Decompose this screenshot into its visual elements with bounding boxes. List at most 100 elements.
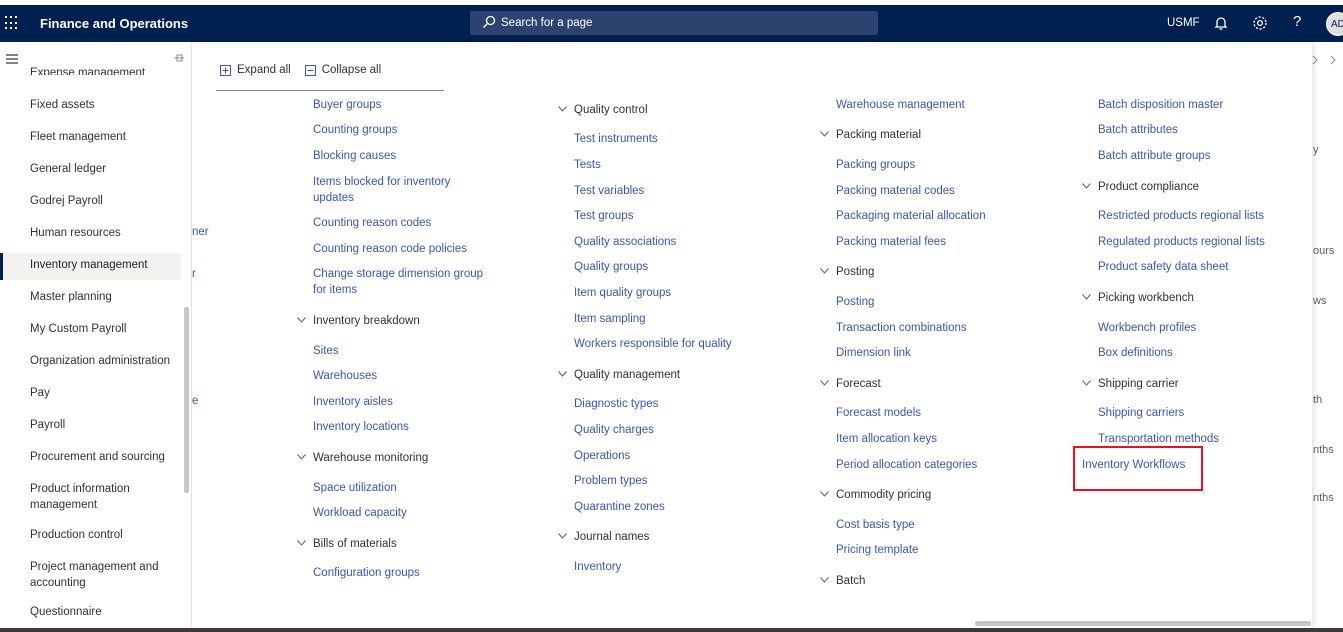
nav-item-product-information-management[interactable]: Product information management bbox=[30, 481, 150, 513]
search-box[interactable]: Search for a page bbox=[470, 11, 878, 35]
group-quality-control[interactable]: Quality control bbox=[558, 102, 648, 118]
link-buyer-groups[interactable]: Buyer groups bbox=[313, 97, 381, 113]
link-dimension-link[interactable]: Dimension link bbox=[836, 345, 911, 361]
nav-item-inventory-management[interactable]: Inventory management bbox=[30, 257, 180, 273]
nav-item-godrej-payroll[interactable]: Godrej Payroll bbox=[30, 193, 180, 209]
notification-bell-icon[interactable] bbox=[1212, 14, 1230, 32]
collapse-all-button[interactable]: Collapse all bbox=[304, 64, 381, 76]
link-items-blocked[interactable]: Items blocked for inventory updates bbox=[313, 174, 463, 206]
nav-item-organization-administration[interactable]: Organization administration bbox=[30, 353, 180, 369]
group-shipping-carrier[interactable]: Shipping carrier bbox=[1082, 376, 1179, 392]
link-restricted-products-regional-lists[interactable]: Restricted products regional lists bbox=[1098, 208, 1264, 224]
link-inventory-locations[interactable]: Inventory locations bbox=[313, 419, 409, 435]
link-counting-reason-code-policies[interactable]: Counting reason code policies bbox=[313, 241, 467, 257]
link-batch-attributes[interactable]: Batch attributes bbox=[1098, 122, 1178, 138]
link-cost-basis-type[interactable]: Cost basis type bbox=[836, 517, 915, 533]
group-commodity-pricing[interactable]: Commodity pricing bbox=[820, 487, 931, 503]
link-item-allocation-keys[interactable]: Item allocation keys bbox=[836, 431, 937, 447]
expand-all-button[interactable]: Expand all bbox=[220, 64, 291, 76]
chevron-down-icon bbox=[297, 317, 306, 323]
link-test-variables[interactable]: Test variables bbox=[574, 183, 644, 199]
group-product-compliance[interactable]: Product compliance bbox=[1082, 179, 1199, 195]
avatar[interactable]: AD bbox=[1326, 12, 1343, 36]
link-packing-material-codes[interactable]: Packing material codes bbox=[836, 183, 955, 199]
nav-item-project-management-and-accounting[interactable]: Project management and accounting bbox=[30, 559, 165, 591]
link-box-definitions[interactable]: Box definitions bbox=[1098, 345, 1173, 361]
pin-icon[interactable] bbox=[173, 53, 185, 63]
link-quality-associations[interactable]: Quality associations bbox=[574, 234, 676, 250]
group-forecast[interactable]: Forecast bbox=[820, 376, 881, 392]
nav-item-human-resources[interactable]: Human resources bbox=[30, 225, 180, 241]
group-picking-workbench[interactable]: Picking workbench bbox=[1082, 290, 1194, 306]
link-test-instruments[interactable]: Test instruments bbox=[574, 131, 658, 147]
link-product-safety-data-sheet[interactable]: Product safety data sheet bbox=[1098, 259, 1228, 275]
horizontal-scrollbar[interactable] bbox=[975, 621, 1311, 626]
link-test-groups[interactable]: Test groups bbox=[574, 208, 633, 224]
link-warehouses[interactable]: Warehouses bbox=[313, 368, 377, 384]
link-posting[interactable]: Posting bbox=[836, 294, 874, 310]
group-inventory-breakdown[interactable]: Inventory breakdown bbox=[297, 313, 420, 329]
nav-item-fixed-assets[interactable]: Fixed assets bbox=[30, 97, 180, 113]
nav-item-procurement-and-sourcing[interactable]: Procurement and sourcing bbox=[30, 449, 180, 465]
group-bills-of-materials[interactable]: Bills of materials bbox=[297, 536, 397, 552]
nav-item-production-control[interactable]: Production control bbox=[30, 527, 180, 543]
nav-scrollbar[interactable] bbox=[184, 307, 189, 493]
link-space-utilization[interactable]: Space utilization bbox=[313, 480, 397, 496]
link-quality-charges[interactable]: Quality charges bbox=[574, 422, 654, 438]
link-operations[interactable]: Operations bbox=[574, 448, 630, 464]
link-forecast-models[interactable]: Forecast models bbox=[836, 405, 921, 421]
link-item-sampling[interactable]: Item sampling bbox=[574, 311, 646, 327]
link-tests[interactable]: Tests bbox=[574, 157, 601, 173]
group-packing-material[interactable]: Packing material bbox=[820, 127, 921, 143]
nav-item-expense-management[interactable]: Expense management bbox=[30, 65, 180, 75]
background-text-fragment: nths bbox=[1313, 492, 1334, 504]
group-label: Posting bbox=[836, 266, 875, 278]
link-pricing-template[interactable]: Pricing template bbox=[836, 542, 918, 558]
group-posting[interactable]: Posting bbox=[820, 264, 875, 280]
app-launcher-icon[interactable] bbox=[5, 16, 19, 30]
nav-item-master-planning[interactable]: Master planning bbox=[30, 289, 180, 305]
nav-item-questionnaire[interactable]: Questionnaire bbox=[30, 604, 180, 620]
link-batch-attribute-groups[interactable]: Batch attribute groups bbox=[1098, 148, 1211, 164]
link-regulated-products-regional-lists[interactable]: Regulated products regional lists bbox=[1098, 234, 1265, 250]
link-quarantine-zones[interactable]: Quarantine zones bbox=[574, 499, 665, 515]
link-problem-types[interactable]: Problem types bbox=[574, 473, 648, 489]
hamburger-menu-icon[interactable] bbox=[6, 54, 20, 64]
company-picker[interactable]: USMF bbox=[1167, 17, 1200, 29]
nav-item-fleet-management[interactable]: Fleet management bbox=[30, 129, 180, 145]
settings-gear-icon[interactable] bbox=[1251, 14, 1269, 32]
link-sites[interactable]: Sites bbox=[313, 343, 339, 359]
link-counting-reason-codes[interactable]: Counting reason codes bbox=[313, 215, 431, 231]
link-inventory-journal[interactable]: Inventory bbox=[574, 559, 621, 575]
link-packing-groups[interactable]: Packing groups bbox=[836, 157, 915, 173]
link-workers-responsible-for-quality[interactable]: Workers responsible for quality bbox=[574, 336, 732, 352]
group-journal-names[interactable]: Journal names bbox=[558, 529, 649, 545]
help-icon[interactable]: ? bbox=[1293, 13, 1301, 30]
link-change-storage-dimension-group[interactable]: Change storage dimension group for items bbox=[313, 266, 488, 298]
nav-item-payroll[interactable]: Payroll bbox=[30, 417, 180, 433]
link-period-allocation-categories[interactable]: Period allocation categories bbox=[836, 457, 977, 473]
group-batch[interactable]: Batch bbox=[820, 573, 865, 589]
link-quality-groups[interactable]: Quality groups bbox=[574, 259, 648, 275]
link-transaction-combinations[interactable]: Transaction combinations bbox=[836, 320, 967, 336]
group-quality-management[interactable]: Quality management bbox=[558, 367, 680, 383]
link-packaging-material-allocation[interactable]: Packaging material allocation bbox=[836, 208, 986, 224]
link-batch-disposition-master[interactable]: Batch disposition master bbox=[1098, 97, 1223, 113]
link-configuration-groups[interactable]: Configuration groups bbox=[313, 565, 420, 581]
group-warehouse-monitoring[interactable]: Warehouse monitoring bbox=[297, 450, 428, 466]
link-counting-groups[interactable]: Counting groups bbox=[313, 122, 397, 138]
nav-item-my-custom-payroll[interactable]: My Custom Payroll bbox=[30, 321, 180, 337]
link-inventory-aisles[interactable]: Inventory aisles bbox=[313, 394, 393, 410]
link-workbench-profiles[interactable]: Workbench profiles bbox=[1098, 320, 1196, 336]
link-shipping-carriers[interactable]: Shipping carriers bbox=[1098, 405, 1184, 421]
link-blocking-causes[interactable]: Blocking causes bbox=[313, 148, 396, 164]
link-workload-capacity[interactable]: Workload capacity bbox=[313, 505, 407, 521]
app-title[interactable]: Finance and Operations bbox=[40, 16, 188, 31]
nav-item-general-ledger[interactable]: General ledger bbox=[30, 161, 180, 177]
link-item-quality-groups[interactable]: Item quality groups bbox=[574, 285, 671, 301]
link-packing-material-fees[interactable]: Packing material fees bbox=[836, 234, 946, 250]
nav-item-pay[interactable]: Pay bbox=[30, 385, 180, 401]
link-transportation-methods[interactable]: Transportation methods bbox=[1098, 431, 1219, 447]
link-warehouse-management[interactable]: Warehouse management bbox=[836, 97, 965, 113]
link-diagnostic-types[interactable]: Diagnostic types bbox=[574, 396, 658, 412]
